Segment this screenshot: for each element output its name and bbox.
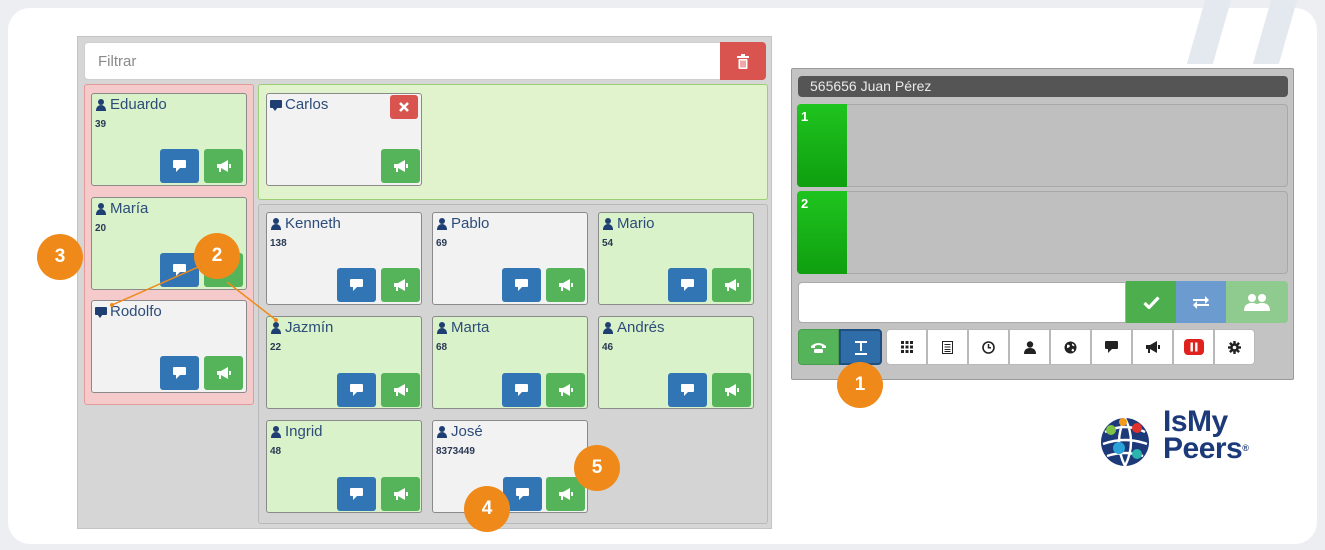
check-icon bbox=[1142, 295, 1160, 309]
conference-icon bbox=[1244, 294, 1270, 311]
contacts-button[interactable] bbox=[1009, 329, 1050, 365]
logo-line-1: IsMy bbox=[1163, 405, 1228, 438]
keypad-button[interactable] bbox=[886, 329, 927, 365]
phone-mode-button[interactable] bbox=[798, 329, 839, 365]
logo-registered-mark: ® bbox=[1242, 443, 1249, 453]
list-button[interactable] bbox=[927, 329, 968, 365]
transfer-button[interactable] bbox=[1176, 281, 1226, 323]
call-line-2[interactable]: 2 bbox=[797, 191, 1288, 274]
text-icon bbox=[854, 340, 867, 355]
logo-line-2: Peers bbox=[1163, 432, 1243, 465]
globe-logo-icon bbox=[1101, 417, 1149, 467]
logo-wordmark: IsMy Peers® bbox=[1163, 405, 1249, 465]
clock-icon bbox=[982, 340, 995, 354]
text-mode-button[interactable] bbox=[839, 329, 882, 365]
record-icon bbox=[1183, 339, 1204, 355]
callout-badge-4: 4 bbox=[464, 486, 510, 532]
dial-field bbox=[798, 282, 1126, 323]
chat-icon bbox=[1105, 341, 1118, 353]
answer-button[interactable] bbox=[1126, 281, 1176, 323]
call-line-1[interactable]: 1 bbox=[797, 104, 1288, 187]
callout-badge-2: 2 bbox=[194, 233, 240, 279]
user-icon bbox=[1023, 340, 1036, 354]
keypad-icon bbox=[900, 341, 913, 353]
gear-icon bbox=[1228, 340, 1241, 354]
record-button[interactable] bbox=[1173, 329, 1214, 365]
conference-button[interactable] bbox=[1226, 281, 1288, 323]
globe-icon bbox=[1064, 341, 1077, 353]
megaphone-icon bbox=[1145, 341, 1160, 353]
broadcast-toolbar-button[interactable] bbox=[1132, 329, 1173, 365]
phone-icon bbox=[811, 343, 826, 353]
line-number: 1 bbox=[797, 104, 847, 187]
ismypeers-logo: IsMy Peers® bbox=[1097, 405, 1277, 472]
callout-badge-3: 3 bbox=[37, 234, 83, 280]
settings-button[interactable] bbox=[1214, 329, 1255, 365]
list-icon bbox=[942, 340, 953, 354]
callout-badge-1: 1 bbox=[837, 362, 883, 408]
line-number: 2 bbox=[797, 191, 847, 274]
transfer-icon bbox=[1193, 296, 1209, 309]
softphone-title: 565656 Juan Pérez bbox=[798, 76, 1288, 97]
history-button[interactable] bbox=[968, 329, 1009, 365]
web-button[interactable] bbox=[1050, 329, 1091, 365]
callout-badge-5: 5 bbox=[574, 445, 620, 491]
chat-toolbar-button[interactable] bbox=[1091, 329, 1132, 365]
dial-input[interactable] bbox=[799, 283, 1125, 322]
